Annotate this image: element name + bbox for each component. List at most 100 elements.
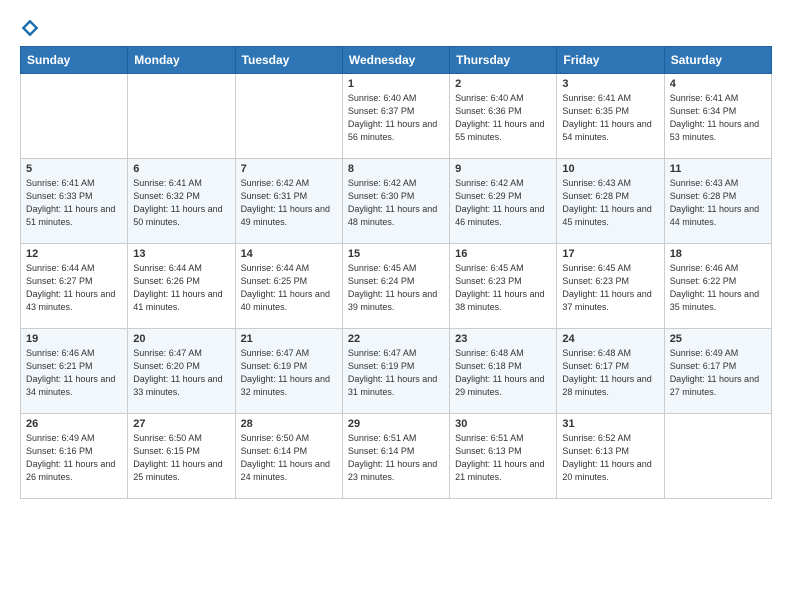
day-number: 15	[348, 248, 444, 260]
calendar-cell: 30 Sunrise: 6:51 AM Sunset: 6:13 PM Dayli…	[450, 414, 557, 499]
day-number: 25	[670, 333, 766, 345]
day-info: Sunrise: 6:41 AM Sunset: 6:35 PM Dayligh…	[562, 92, 658, 144]
day-number: 22	[348, 333, 444, 345]
day-info: Sunrise: 6:47 AM Sunset: 6:19 PM Dayligh…	[348, 347, 444, 399]
day-info: Sunrise: 6:41 AM Sunset: 6:32 PM Dayligh…	[133, 177, 229, 229]
weekday-header-tuesday: Tuesday	[235, 47, 342, 74]
day-info: Sunrise: 6:47 AM Sunset: 6:19 PM Dayligh…	[241, 347, 337, 399]
day-info: Sunrise: 6:42 AM Sunset: 6:29 PM Dayligh…	[455, 177, 551, 229]
week-row-3: 12Sunrise: 6:44 AM Sunset: 6:27 PM Dayli…	[21, 244, 772, 329]
calendar-cell: 2 Sunrise: 6:40 AM Sunset: 6:36 PM Daylig…	[450, 74, 557, 159]
calendar-cell	[664, 414, 771, 499]
day-info: Sunrise: 6:41 AM Sunset: 6:33 PM Dayligh…	[26, 177, 122, 229]
calendar-cell: 21Sunrise: 6:47 AM Sunset: 6:19 PM Dayli…	[235, 329, 342, 414]
day-number: 13	[133, 248, 229, 260]
day-number: 27	[133, 418, 229, 430]
day-number: 9	[455, 163, 551, 175]
calendar-cell: 6 Sunrise: 6:41 AM Sunset: 6:32 PM Daylig…	[128, 159, 235, 244]
calendar-cell: 15 Sunrise: 6:45 AM Sunset: 6:24 PM Dayli…	[342, 244, 449, 329]
day-info: Sunrise: 6:44 AM Sunset: 6:25 PM Dayligh…	[241, 262, 337, 314]
day-number: 6	[133, 163, 229, 175]
day-number: 11	[670, 163, 766, 175]
weekday-header-thursday: Thursday	[450, 47, 557, 74]
calendar-cell: 29 Sunrise: 6:51 AM Sunset: 6:14 PM Dayli…	[342, 414, 449, 499]
calendar-cell: 23 Sunrise: 6:48 AM Sunset: 6:18 PM Dayli…	[450, 329, 557, 414]
calendar-cell: 19 Sunrise: 6:46 AM Sunset: 6:21 PM Dayli…	[21, 329, 128, 414]
calendar-cell	[235, 74, 342, 159]
day-info: Sunrise: 6:45 AM Sunset: 6:23 PM Dayligh…	[562, 262, 658, 314]
day-info: Sunrise: 6:42 AM Sunset: 6:31 PM Dayligh…	[241, 177, 337, 229]
day-info: Sunrise: 6:44 AM Sunset: 6:27 PM Dayligh…	[26, 262, 122, 314]
weekday-header-saturday: Saturday	[664, 47, 771, 74]
week-row-5: 26 Sunrise: 6:49 AM Sunset: 6:16 PM Dayli…	[21, 414, 772, 499]
calendar-cell: 13 Sunrise: 6:44 AM Sunset: 6:26 PM Dayli…	[128, 244, 235, 329]
day-number: 23	[455, 333, 551, 345]
day-number: 29	[348, 418, 444, 430]
weekday-header-sunday: Sunday	[21, 47, 128, 74]
day-info: Sunrise: 6:40 AM Sunset: 6:36 PM Dayligh…	[455, 92, 551, 144]
calendar-cell	[21, 74, 128, 159]
day-number: 28	[241, 418, 337, 430]
day-number: 17	[562, 248, 658, 260]
day-number: 19	[26, 333, 122, 345]
day-info: Sunrise: 6:45 AM Sunset: 6:24 PM Dayligh…	[348, 262, 444, 314]
calendar-cell: 27 Sunrise: 6:50 AM Sunset: 6:15 PM Dayli…	[128, 414, 235, 499]
day-info: Sunrise: 6:46 AM Sunset: 6:22 PM Dayligh…	[670, 262, 766, 314]
day-number: 30	[455, 418, 551, 430]
calendar-cell: 14 Sunrise: 6:44 AM Sunset: 6:25 PM Dayli…	[235, 244, 342, 329]
day-number: 7	[241, 163, 337, 175]
day-number: 1	[348, 78, 444, 90]
weekday-header-row: SundayMondayTuesdayWednesdayThursdayFrid…	[21, 47, 772, 74]
week-row-1: 1 Sunrise: 6:40 AM Sunset: 6:37 PM Daylig…	[21, 74, 772, 159]
day-info: Sunrise: 6:44 AM Sunset: 6:26 PM Dayligh…	[133, 262, 229, 314]
calendar-table: SundayMondayTuesdayWednesdayThursdayFrid…	[20, 46, 772, 499]
calendar-cell: 8Sunrise: 6:42 AM Sunset: 6:30 PM Daylig…	[342, 159, 449, 244]
day-info: Sunrise: 6:50 AM Sunset: 6:14 PM Dayligh…	[241, 432, 337, 484]
day-number: 31	[562, 418, 658, 430]
calendar-cell: 26 Sunrise: 6:49 AM Sunset: 6:16 PM Dayli…	[21, 414, 128, 499]
calendar-cell: 10 Sunrise: 6:43 AM Sunset: 6:28 PM Dayli…	[557, 159, 664, 244]
week-row-2: 5 Sunrise: 6:41 AM Sunset: 6:33 PM Daylig…	[21, 159, 772, 244]
day-info: Sunrise: 6:49 AM Sunset: 6:16 PM Dayligh…	[26, 432, 122, 484]
day-info: Sunrise: 6:51 AM Sunset: 6:13 PM Dayligh…	[455, 432, 551, 484]
day-info: Sunrise: 6:40 AM Sunset: 6:37 PM Dayligh…	[348, 92, 444, 144]
weekday-header-wednesday: Wednesday	[342, 47, 449, 74]
day-info: Sunrise: 6:46 AM Sunset: 6:21 PM Dayligh…	[26, 347, 122, 399]
weekday-header-monday: Monday	[128, 47, 235, 74]
week-row-4: 19 Sunrise: 6:46 AM Sunset: 6:21 PM Dayli…	[21, 329, 772, 414]
day-number: 26	[26, 418, 122, 430]
day-number: 10	[562, 163, 658, 175]
day-info: Sunrise: 6:47 AM Sunset: 6:20 PM Dayligh…	[133, 347, 229, 399]
day-number: 14	[241, 248, 337, 260]
day-number: 24	[562, 333, 658, 345]
day-info: Sunrise: 6:45 AM Sunset: 6:23 PM Dayligh…	[455, 262, 551, 314]
calendar-cell: 5 Sunrise: 6:41 AM Sunset: 6:33 PM Daylig…	[21, 159, 128, 244]
calendar-cell: 3Sunrise: 6:41 AM Sunset: 6:35 PM Daylig…	[557, 74, 664, 159]
day-info: Sunrise: 6:48 AM Sunset: 6:18 PM Dayligh…	[455, 347, 551, 399]
day-number: 20	[133, 333, 229, 345]
day-info: Sunrise: 6:41 AM Sunset: 6:34 PM Dayligh…	[670, 92, 766, 144]
calendar-cell: 20 Sunrise: 6:47 AM Sunset: 6:20 PM Dayli…	[128, 329, 235, 414]
calendar-cell: 31Sunrise: 6:52 AM Sunset: 6:13 PM Dayli…	[557, 414, 664, 499]
calendar-cell: 24 Sunrise: 6:48 AM Sunset: 6:17 PM Dayli…	[557, 329, 664, 414]
calendar-cell: 16Sunrise: 6:45 AM Sunset: 6:23 PM Dayli…	[450, 244, 557, 329]
weekday-header-friday: Friday	[557, 47, 664, 74]
day-number: 5	[26, 163, 122, 175]
calendar-cell: 25 Sunrise: 6:49 AM Sunset: 6:17 PM Dayli…	[664, 329, 771, 414]
calendar-cell: 11Sunrise: 6:43 AM Sunset: 6:28 PM Dayli…	[664, 159, 771, 244]
day-info: Sunrise: 6:43 AM Sunset: 6:28 PM Dayligh…	[562, 177, 658, 229]
day-info: Sunrise: 6:51 AM Sunset: 6:14 PM Dayligh…	[348, 432, 444, 484]
calendar-cell: 22 Sunrise: 6:47 AM Sunset: 6:19 PM Dayli…	[342, 329, 449, 414]
day-info: Sunrise: 6:50 AM Sunset: 6:15 PM Dayligh…	[133, 432, 229, 484]
page-header	[20, 10, 772, 38]
day-number: 18	[670, 248, 766, 260]
calendar-cell: 17 Sunrise: 6:45 AM Sunset: 6:23 PM Dayli…	[557, 244, 664, 329]
logo	[20, 18, 44, 38]
day-number: 2	[455, 78, 551, 90]
day-info: Sunrise: 6:48 AM Sunset: 6:17 PM Dayligh…	[562, 347, 658, 399]
day-info: Sunrise: 6:49 AM Sunset: 6:17 PM Dayligh…	[670, 347, 766, 399]
calendar-cell: 12Sunrise: 6:44 AM Sunset: 6:27 PM Dayli…	[21, 244, 128, 329]
logo-icon	[20, 18, 40, 38]
day-number: 4	[670, 78, 766, 90]
day-number: 8	[348, 163, 444, 175]
